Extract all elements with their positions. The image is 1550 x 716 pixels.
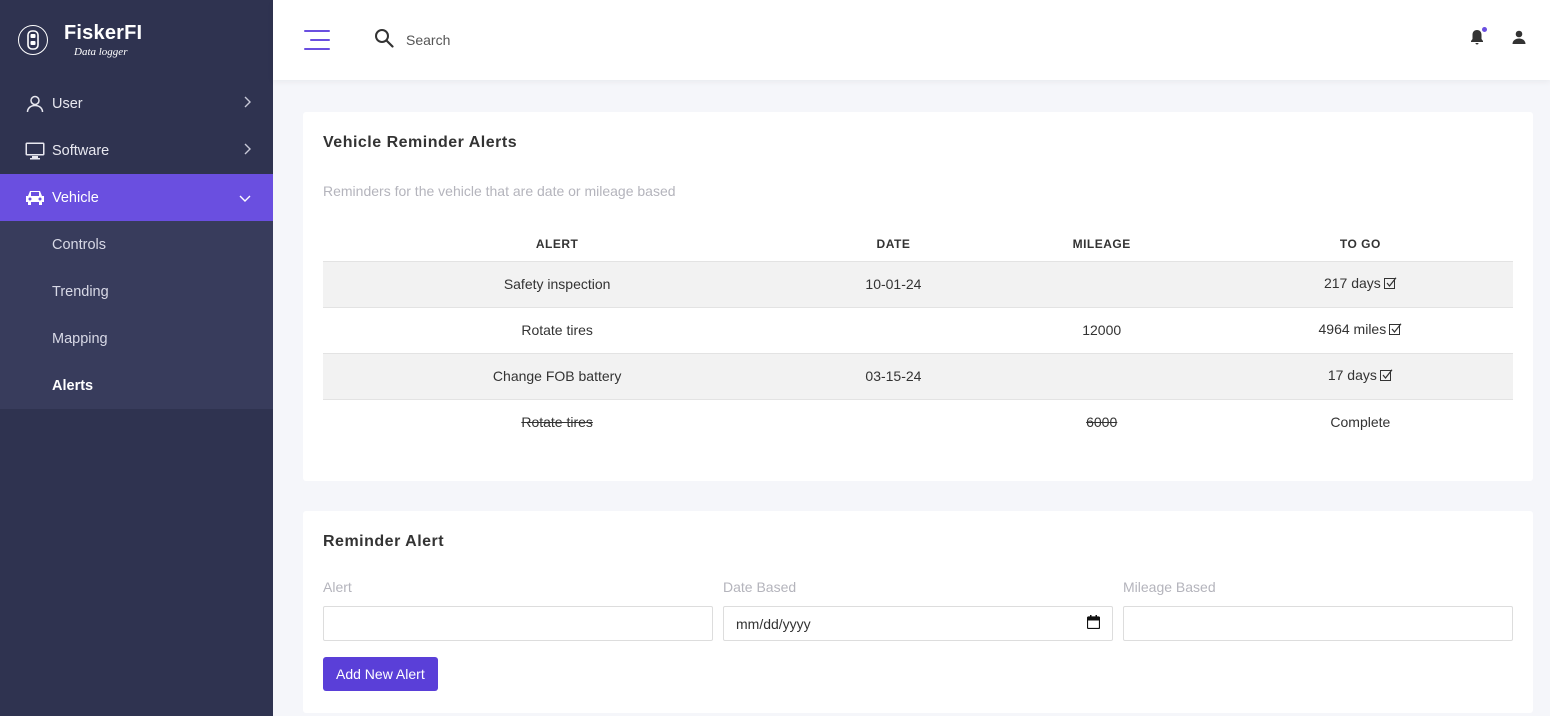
sidebar-item-label: Vehicle <box>52 189 99 206</box>
alerts-table: ALERT DATE MILEAGE TO GO Safety inspecti… <box>323 227 1513 445</box>
card-title: Reminder Alert <box>323 533 445 550</box>
table-row: Rotate tires 6000 Complete <box>323 399 1513 445</box>
sidebar-item-vehicle[interactable]: Vehicle <box>0 174 273 221</box>
brand: FiskerFI Data logger <box>0 0 273 80</box>
car-key-icon <box>18 25 48 55</box>
cell-alert: Rotate tires <box>521 414 593 431</box>
check-box-icon[interactable] <box>1383 277 1397 293</box>
cell-mileage: 12000 <box>995 307 1208 354</box>
to-go-value: 17 days <box>1327 367 1377 383</box>
mileage-field-label: Mileage Based <box>1123 579 1216 595</box>
table-row: Safety inspection 10-01-24 217 days <box>323 261 1513 308</box>
cell-alert: Change FOB battery <box>323 353 792 400</box>
date-field-label: Date Based <box>723 579 797 595</box>
sidebar: FiskerFI Data logger User Software Vehic… <box>0 0 273 716</box>
vehicle-reminder-alerts-card: Vehicle Reminder Alerts Reminders for th… <box>303 112 1533 481</box>
alert-field-label: Alert <box>323 579 352 595</box>
reminder-alert-form-card: Reminder Alert Alert Date Based mm/dd/yy… <box>303 511 1533 713</box>
cell-to-go: 217 days <box>1207 261 1513 308</box>
chevron-right-icon <box>243 96 251 112</box>
date-placeholder: mm/dd/yyyy <box>736 615 811 632</box>
chevron-right-icon <box>243 143 251 159</box>
sidebar-subitem-trending[interactable]: Trending <box>0 268 273 315</box>
check-box-icon[interactable] <box>1379 369 1393 385</box>
car-icon <box>24 189 46 207</box>
search-input[interactable] <box>406 32 706 48</box>
sidebar-item-label: Software <box>52 142 110 159</box>
cell-alert: Safety inspection <box>323 261 792 308</box>
cell-date <box>791 307 996 354</box>
alert-input[interactable] <box>323 606 713 641</box>
search-icon[interactable] <box>374 28 394 53</box>
cell-mileage <box>995 261 1208 308</box>
menu-toggle-icon[interactable] <box>304 30 330 50</box>
card-description: Reminders for the vehicle that are date … <box>323 183 676 199</box>
table-row: Change FOB battery 03-15-24 17 days <box>323 353 1513 400</box>
brand-name: FiskerFI <box>64 21 143 44</box>
notification-bell-icon[interactable] <box>1470 27 1487 50</box>
cell-date <box>791 399 995 445</box>
sidebar-subitem-alerts[interactable]: Alerts <box>0 362 273 409</box>
card-title: Vehicle Reminder Alerts <box>323 134 518 151</box>
column-header-date: DATE <box>791 227 996 262</box>
cell-to-go: 4964 miles <box>1207 307 1513 354</box>
table-header-row: ALERT DATE MILEAGE TO GO <box>323 227 1513 262</box>
cell-mileage: 6000 <box>1086 414 1118 431</box>
to-go-value: 4964 miles <box>1318 321 1387 337</box>
vehicle-submenu: Controls Trending Mapping Alerts <box>0 221 273 409</box>
cell-alert: Rotate tires <box>323 307 792 354</box>
sidebar-subitem-controls[interactable]: Controls <box>0 221 273 268</box>
notification-dot <box>1482 27 1487 32</box>
check-box-icon[interactable] <box>1389 323 1402 339</box>
cell-to-go: 17 days <box>1207 353 1513 400</box>
cell-date: 10-01-24 <box>791 261 996 308</box>
search-bar <box>374 28 706 53</box>
cell-date: 03-15-24 <box>791 353 996 400</box>
date-input[interactable]: mm/dd/yyyy <box>723 606 1113 641</box>
topbar <box>273 0 1550 80</box>
calendar-icon[interactable] <box>1086 615 1101 632</box>
cell-mileage <box>995 353 1208 400</box>
column-header-mileage: MILEAGE <box>995 227 1208 262</box>
cell-to-go: Complete <box>1330 414 1391 431</box>
sidebar-subitem-mapping[interactable]: Mapping <box>0 315 273 362</box>
add-new-alert-button[interactable]: Add New Alert <box>323 657 438 691</box>
mileage-input[interactable] <box>1123 606 1513 641</box>
sidebar-item-label: User <box>52 95 83 112</box>
brand-subtitle: Data logger <box>74 45 128 58</box>
sidebar-item-user[interactable]: User <box>0 80 273 127</box>
column-header-alert: ALERT <box>323 227 792 262</box>
monitor-icon <box>24 142 46 160</box>
chevron-down-icon <box>239 190 251 206</box>
to-go-value: 217 days <box>1323 275 1381 291</box>
column-header-to-go: TO GO <box>1207 227 1513 262</box>
user-icon <box>24 95 46 113</box>
table-row: Rotate tires 12000 4964 miles <box>323 307 1513 354</box>
user-account-icon[interactable] <box>1512 30 1526 49</box>
sidebar-item-software[interactable]: Software <box>0 127 273 174</box>
